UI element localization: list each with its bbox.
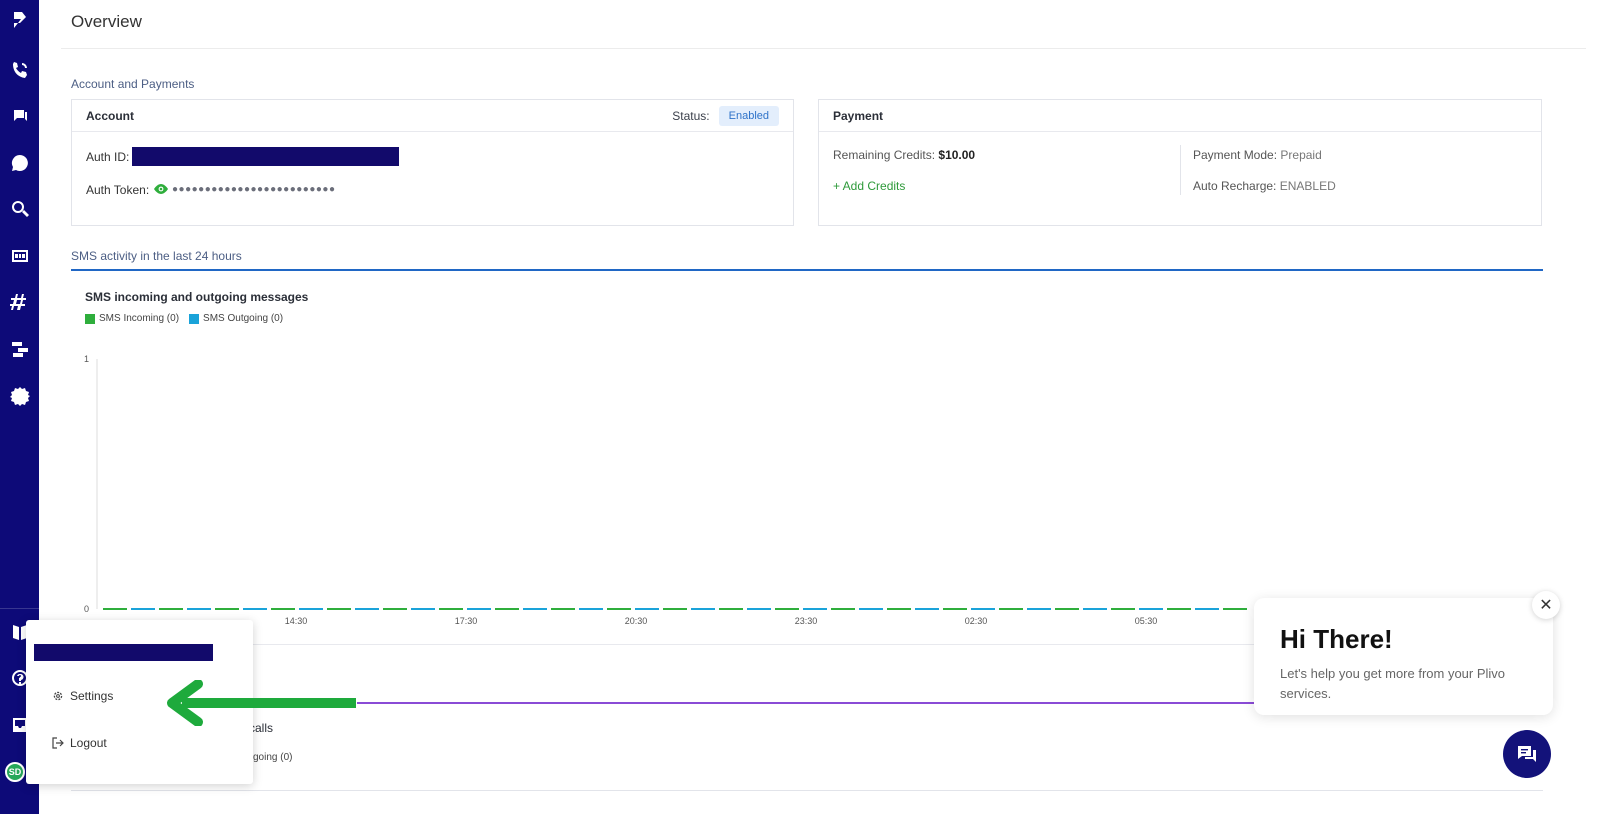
logout-icon bbox=[52, 737, 64, 749]
annotation-arrow-icon bbox=[167, 680, 356, 726]
chat-close-button[interactable]: ✕ bbox=[1532, 591, 1560, 619]
status-label: Status: bbox=[672, 109, 710, 123]
remaining-credits-value: $10.00 bbox=[938, 148, 976, 162]
chat-greeting-card[interactable]: Hi There! Let's help you get more from y… bbox=[1254, 598, 1553, 715]
sidebar-divider bbox=[0, 608, 39, 609]
account-card-title: Account bbox=[86, 108, 134, 123]
remaining-credits-label: Remaining Credits: bbox=[833, 148, 936, 162]
verify-badge-icon[interactable] bbox=[4, 380, 35, 411]
auth-id-label: Auth ID: bbox=[86, 150, 130, 164]
chat-body: Let's help you get more from your Plivo … bbox=[1280, 666, 1506, 701]
account-card: Account Status: Enabled Auth ID: Auth To… bbox=[71, 99, 794, 226]
auth-id-redacted bbox=[132, 147, 399, 166]
chart-title: SMS incoming and outgoing messages bbox=[85, 290, 309, 304]
legend-item-incoming[interactable]: SMS Incoming (0) bbox=[85, 313, 179, 324]
remaining-credits: Remaining Credits: $10.00 bbox=[833, 148, 975, 162]
x-tick-label: 23:30 bbox=[795, 616, 818, 626]
payment-mode-value: Prepaid bbox=[1280, 148, 1322, 162]
settings-gear-icon bbox=[53, 691, 63, 701]
page-title: Overview bbox=[71, 12, 142, 31]
sms-section-rule bbox=[71, 269, 1543, 271]
chart-legend: SMS Incoming (0) SMS Outgoing (0) bbox=[85, 313, 283, 324]
legend-label-outgoing: SMS Outgoing (0) bbox=[203, 313, 284, 324]
menu-item-settings[interactable]: Settings bbox=[52, 689, 113, 703]
plivo-logo-icon[interactable] bbox=[4, 4, 35, 35]
sip-trunking-icon[interactable] bbox=[4, 240, 35, 271]
voice-calls-icon[interactable] bbox=[4, 54, 35, 85]
auto-recharge-label: Auto Recharge: bbox=[1193, 179, 1277, 193]
auto-recharge: Auto Recharge: ENABLED bbox=[1193, 179, 1336, 193]
auto-recharge-value: ENABLED bbox=[1279, 179, 1336, 193]
auth-token-label: Auth Token: bbox=[86, 183, 150, 197]
user-avatar[interactable]: SD bbox=[5, 762, 25, 782]
whatsapp-icon[interactable] bbox=[4, 147, 35, 178]
flows-icon[interactable] bbox=[4, 333, 35, 364]
status-badge: Enabled bbox=[718, 106, 779, 126]
calls-card-border bbox=[71, 790, 1543, 791]
y-tick-label: 1 bbox=[84, 354, 89, 364]
menu-item-logout[interactable]: Logout bbox=[52, 736, 107, 750]
x-tick-label: 17:30 bbox=[455, 616, 478, 626]
account-status: Status: Enabled bbox=[672, 106, 779, 126]
chat-title: Hi There! bbox=[1280, 624, 1393, 654]
messaging-icon[interactable] bbox=[4, 100, 35, 131]
x-tick-label: 05:30 bbox=[1135, 616, 1158, 626]
sms-line-chart: 1 0 14:30 17:30 20:30 23:30 02:30 05:30 bbox=[84, 354, 1251, 626]
calls-legend-fragment: going (0) bbox=[253, 752, 293, 763]
legend-swatch-incoming bbox=[85, 313, 95, 324]
x-tick-label: 20:30 bbox=[625, 616, 648, 626]
x-tick-label: 14:30 bbox=[285, 616, 308, 626]
chat-launcher-button[interactable] bbox=[1503, 730, 1551, 778]
title-divider bbox=[61, 48, 1586, 49]
payment-card: Payment Remaining Credits: $10.00 + Add … bbox=[818, 99, 1542, 226]
payment-mode: Payment Mode: Prepaid bbox=[1193, 148, 1322, 162]
lookup-search-icon[interactable] bbox=[4, 193, 35, 224]
payment-mode-label: Payment Mode: bbox=[1193, 148, 1278, 162]
section-label-sms-activity: SMS activity in the last 24 hours bbox=[71, 249, 242, 263]
x-tick-label: 02:30 bbox=[965, 616, 988, 626]
user-name-redacted bbox=[34, 644, 213, 661]
auth-token-masked: ●●●●●●●●●●●●●●●●●●●●●●●●● bbox=[172, 184, 336, 195]
payment-card-title: Payment bbox=[833, 108, 884, 123]
calls-chart-rule bbox=[357, 702, 1297, 704]
logout-label: Logout bbox=[70, 736, 107, 750]
phone-numbers-hash-icon[interactable] bbox=[4, 286, 35, 317]
payment-card-header: Payment bbox=[819, 100, 1541, 132]
chat-bubble-icon bbox=[1518, 746, 1536, 762]
legend-swatch-outgoing bbox=[189, 313, 200, 324]
y-tick-label: 0 bbox=[84, 604, 89, 614]
legend-label-incoming: SMS Incoming (0) bbox=[99, 313, 180, 324]
section-label-account-payments: Account and Payments bbox=[71, 77, 195, 91]
settings-label: Settings bbox=[70, 689, 114, 703]
show-token-eye-icon[interactable] bbox=[154, 184, 168, 194]
legend-item-outgoing[interactable]: SMS Outgoing (0) bbox=[189, 313, 283, 324]
payment-divider bbox=[1180, 145, 1181, 195]
add-credits-link[interactable]: + Add Credits bbox=[833, 179, 905, 193]
